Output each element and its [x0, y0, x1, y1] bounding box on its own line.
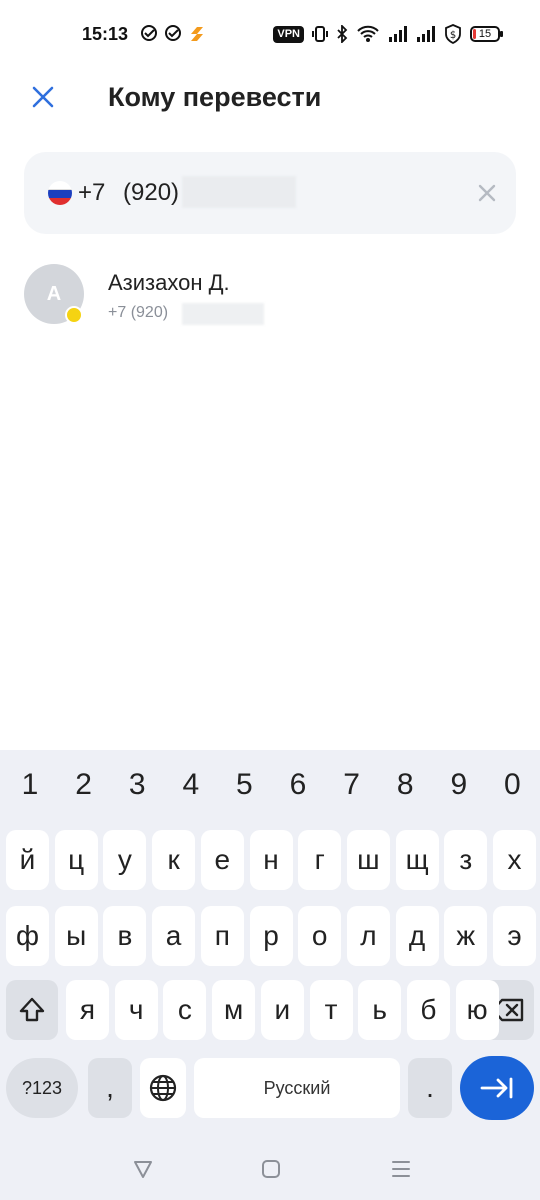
- key-т[interactable]: т: [309, 980, 353, 1040]
- russia-flag-icon[interactable]: [48, 181, 72, 205]
- signal-icon: [389, 26, 407, 42]
- comma-key[interactable]: ,: [88, 1058, 132, 1118]
- key-ю[interactable]: ю: [455, 980, 499, 1040]
- key-1[interactable]: 1: [8, 768, 52, 802]
- key-6[interactable]: 6: [276, 768, 320, 802]
- key-ш[interactable]: ш: [346, 830, 390, 890]
- key-ь[interactable]: ь: [358, 980, 402, 1040]
- key-у[interactable]: у: [103, 830, 147, 890]
- contact-list-item[interactable]: А Азизахон Д. +7 (920): [24, 264, 516, 328]
- key-о[interactable]: о: [298, 906, 342, 966]
- key-в[interactable]: в: [103, 906, 147, 966]
- check-circle-icon: [141, 25, 157, 41]
- phone-input-field[interactable]: +7 (920): [24, 152, 516, 234]
- country-code[interactable]: +7: [78, 179, 105, 207]
- symbols-key[interactable]: ?123: [6, 1058, 78, 1118]
- recents-menu-icon[interactable]: [388, 1156, 414, 1182]
- period-key[interactable]: .: [408, 1058, 452, 1118]
- key-а[interactable]: а: [152, 906, 196, 966]
- key-х[interactable]: х: [493, 830, 536, 890]
- key-э[interactable]: э: [493, 906, 536, 966]
- key-5[interactable]: 5: [222, 768, 266, 802]
- key-3[interactable]: 3: [115, 768, 159, 802]
- key-е[interactable]: е: [200, 830, 244, 890]
- key-с[interactable]: с: [163, 980, 207, 1040]
- key-й[interactable]: й: [6, 830, 49, 890]
- globe-icon: [149, 1074, 177, 1102]
- back-triangle-icon[interactable]: [130, 1156, 156, 1182]
- status-dot: [65, 306, 83, 324]
- key-и[interactable]: и: [260, 980, 304, 1040]
- key-0[interactable]: 0: [490, 768, 534, 802]
- battery-icon: 15: [470, 26, 503, 42]
- key-д[interactable]: д: [395, 906, 439, 966]
- vpn-icon: VPN: [273, 25, 304, 43]
- key-я[interactable]: я: [66, 980, 109, 1040]
- key-л[interactable]: л: [346, 906, 390, 966]
- key-м[interactable]: м: [212, 980, 256, 1040]
- space-key[interactable]: Русский: [194, 1058, 400, 1118]
- shift-icon: [19, 997, 45, 1022]
- system-nav-bar: [0, 1140, 540, 1200]
- enter-key[interactable]: [460, 1056, 534, 1120]
- shield-dollar-icon: $: [445, 24, 461, 44]
- keyboard-number-row: 1234567890: [0, 768, 540, 808]
- key-ц[interactable]: ц: [54, 830, 98, 890]
- key-8[interactable]: 8: [383, 768, 427, 802]
- bluetooth-icon: [337, 25, 348, 43]
- redacted-contact-digits: [182, 303, 264, 325]
- signal-icon: [417, 26, 435, 42]
- redacted-phone-digits: [182, 176, 296, 208]
- check-circle-icon: [165, 25, 181, 41]
- vibrate-icon: [312, 26, 328, 42]
- status-left-icons: [140, 24, 208, 42]
- key-4[interactable]: 4: [169, 768, 213, 802]
- status-bar: 15:13 VPN $ 15: [0, 0, 540, 70]
- contact-phone: +7 (920): [108, 304, 169, 321]
- clear-icon[interactable]: [476, 182, 498, 204]
- keyboard: 1234567890 ?123 , Русский . йцукенгшщзх ф…: [0, 750, 540, 1200]
- key-ф[interactable]: ф: [6, 906, 49, 966]
- wifi-icon: [357, 25, 379, 42]
- app-notification-icon: [191, 27, 203, 41]
- status-time: 15:13: [82, 24, 129, 44]
- key-р[interactable]: р: [249, 906, 293, 966]
- page-title: Кому перевести: [108, 82, 322, 112]
- shift-key[interactable]: [6, 980, 58, 1040]
- enter-arrow-icon: [480, 1077, 513, 1099]
- close-icon: [32, 86, 54, 108]
- key-к[interactable]: к: [152, 830, 196, 890]
- status-right-icons: VPN $ 15: [273, 24, 503, 44]
- key-з[interactable]: з: [444, 830, 488, 890]
- language-key[interactable]: [140, 1058, 186, 1118]
- key-щ[interactable]: щ: [395, 830, 439, 890]
- close-button[interactable]: [26, 80, 60, 114]
- key-б[interactable]: б: [406, 980, 450, 1040]
- home-square-icon[interactable]: [258, 1156, 284, 1182]
- key-9[interactable]: 9: [437, 768, 481, 802]
- key-н[interactable]: н: [249, 830, 293, 890]
- key-ы[interactable]: ы: [54, 906, 98, 966]
- key-7[interactable]: 7: [330, 768, 374, 802]
- svg-text:$: $: [450, 30, 456, 41]
- phone-input-value[interactable]: (920): [123, 179, 179, 207]
- key-ж[interactable]: ж: [444, 906, 488, 966]
- key-ч[interactable]: ч: [114, 980, 158, 1040]
- key-2[interactable]: 2: [62, 768, 106, 802]
- contact-name: Азизахон Д.: [108, 270, 230, 295]
- key-г[interactable]: г: [298, 830, 342, 890]
- key-п[interactable]: п: [200, 906, 244, 966]
